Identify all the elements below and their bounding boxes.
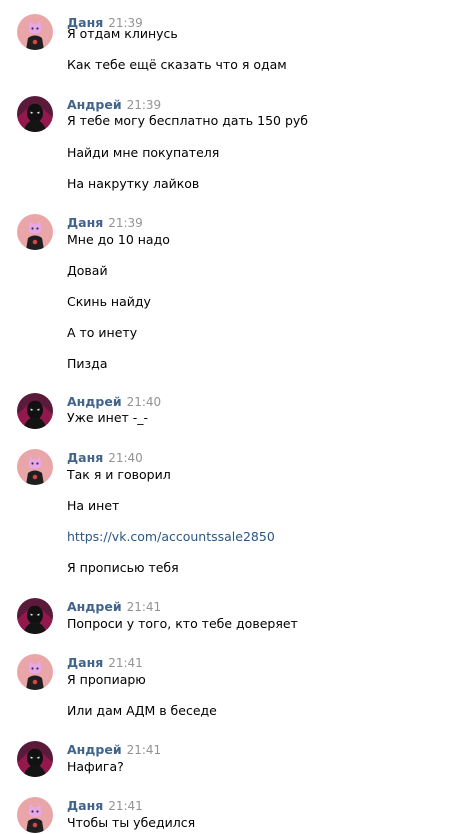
message-text: Найди мне покупателя [67, 145, 220, 160]
message-header: Андрей 21:41 [67, 739, 162, 757]
message-time[interactable]: 21:41 [108, 799, 143, 813]
message-text: Попроси у того, кто тебе доверяет [67, 616, 298, 631]
chat-history: Даня 21:39 Я отдам клинусь Как тебе ещё с… [0, 0, 458, 834]
author-name[interactable]: Даня [67, 215, 103, 230]
message-text: Я прописью тебя [67, 560, 179, 575]
message-text: Нафига? [67, 759, 124, 774]
message-time[interactable]: 21:41 [127, 743, 162, 757]
author-name[interactable]: Даня [67, 450, 103, 465]
dania-avatar[interactable] [17, 14, 53, 50]
message-time[interactable]: 21:41 [127, 600, 162, 614]
andrey-avatar[interactable] [17, 598, 53, 634]
andrey-avatar[interactable] [17, 393, 53, 429]
message-text: Я пропиарю [67, 672, 146, 687]
message-time[interactable]: 21:40 [127, 395, 162, 409]
dania-avatar[interactable] [17, 214, 53, 250]
andrey-avatar[interactable] [17, 741, 53, 777]
author-name[interactable]: Даня [67, 798, 103, 813]
message-text: Скинь найду [67, 294, 151, 309]
message-text: Я отдам клинусь [67, 26, 178, 41]
dania-avatar[interactable] [17, 449, 53, 485]
message-header: Андрей 21:40 [67, 391, 162, 409]
message-text: Чтобы ты убедился [67, 815, 196, 830]
author-name[interactable]: Андрей [67, 599, 122, 614]
message-header: Андрей 21:39 [67, 94, 162, 112]
message-header: Даня 21:41 [67, 795, 143, 813]
message-text: Или дам АДМ в беседе [67, 703, 217, 718]
message-text: Уже инет -_- [67, 410, 149, 425]
message-header: Даня 21:39 [67, 212, 143, 230]
message-text: Как тебе ещё сказать что я одам [67, 57, 287, 72]
author-name[interactable]: Андрей [67, 742, 122, 757]
message-text: На инет [67, 498, 120, 513]
dania-avatar[interactable] [17, 797, 53, 833]
message-text: На накрутку лайков [67, 176, 200, 191]
message-header: Даня 21:41 [67, 652, 143, 670]
message-text: Я тебе могу бесплатно дать 150 руб [67, 113, 308, 128]
author-name[interactable]: Андрей [67, 97, 122, 112]
message-time[interactable]: 21:39 [108, 216, 143, 230]
message-time[interactable]: 21:39 [127, 98, 162, 112]
andrey-avatar[interactable] [17, 96, 53, 132]
message-time[interactable]: 21:41 [108, 656, 143, 670]
author-name[interactable]: Даня [67, 655, 103, 670]
message-text: А то инету [67, 325, 138, 340]
message-text: Довай [67, 263, 108, 278]
message-text: Так я и говорил [67, 467, 171, 482]
author-name[interactable]: Андрей [67, 394, 122, 409]
message-link[interactable]: https://vk.com/accountssale2850 [67, 529, 275, 545]
message-header: Андрей 21:41 [67, 596, 162, 614]
message-header: Даня 21:40 [67, 447, 143, 465]
dania-avatar[interactable] [17, 654, 53, 690]
message-text: Мне до 10 надо [67, 232, 170, 247]
message-text: Пизда [67, 356, 108, 371]
message-time[interactable]: 21:40 [108, 451, 143, 465]
